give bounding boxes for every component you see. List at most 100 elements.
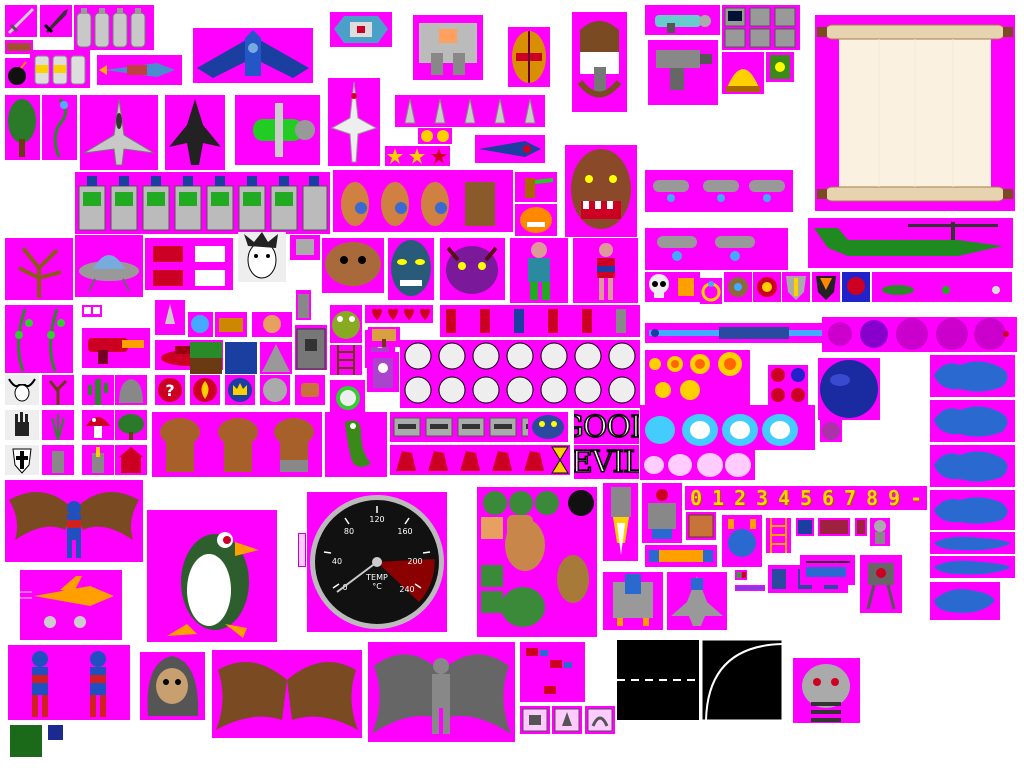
question-icon: ?	[155, 375, 185, 405]
good-label: GOOD	[574, 410, 639, 444]
blue-demon-head-icon	[528, 412, 568, 442]
gauge-tick-200: 200	[407, 557, 422, 566]
mini-fighters-icon	[395, 95, 545, 127]
spacecraft-small-icon	[155, 300, 185, 335]
digit-0: 0	[685, 486, 707, 510]
digit-3: 3	[751, 486, 773, 510]
ship-icon-box-3	[585, 706, 615, 734]
temperature-gauge-icon: 0 40 80 120 160 200 240 TEMP °C	[307, 492, 447, 632]
sword-icon	[5, 5, 37, 37]
blob-head-icon	[322, 238, 384, 293]
skull-orb-icon	[330, 380, 365, 412]
rat-creature-icon	[333, 170, 513, 232]
pointing-man-icon	[515, 172, 557, 202]
barbarian-icon	[510, 238, 568, 303]
terrain-water-icon	[225, 342, 257, 374]
ship-icon-box-2	[552, 706, 582, 734]
brick-icon	[818, 518, 850, 536]
blue-jet-icon	[475, 135, 545, 163]
rocket-icon	[97, 55, 182, 85]
ladder-small-icon	[766, 518, 791, 553]
alien-face-icon	[388, 238, 434, 300]
gauge-tick-80: 80	[344, 527, 354, 536]
blue-blob-icon	[930, 355, 1015, 397]
cactus-icon	[82, 375, 114, 405]
bat-wings-icon	[212, 650, 362, 738]
castle-wall-icon	[296, 290, 311, 320]
gas-tank-icon	[74, 5, 154, 50]
road-curve-icon	[702, 640, 782, 720]
mech-body-icon	[413, 15, 483, 80]
helicopter-icon	[808, 218, 1013, 268]
ring-icon	[700, 278, 722, 304]
square-block-icon	[796, 518, 814, 536]
weed-icon	[42, 410, 74, 440]
seahorse-icon	[325, 412, 387, 477]
bare-tree-icon	[5, 238, 73, 300]
sun-amulet-icon	[753, 272, 781, 302]
digit-8: 8	[861, 486, 883, 510]
gold-jet-icon	[20, 570, 122, 640]
gauge-unit-label: TEMP	[365, 573, 388, 582]
eye-amulet-icon	[724, 272, 752, 302]
gauge-tick-120: 120	[369, 515, 384, 524]
crate-icon	[686, 512, 716, 540]
hover-pods-icon	[645, 170, 793, 212]
gauge-tick-40: 40	[332, 557, 342, 566]
purple-demon-icon	[440, 238, 505, 300]
medal-icon	[418, 128, 452, 144]
cloud-icon	[640, 405, 815, 450]
green-ship-icon	[235, 95, 320, 165]
robot-mini-icon	[290, 235, 320, 260]
dark-fighter-icon	[165, 95, 225, 170]
parchment-scroll-icon	[815, 15, 1015, 211]
digit-9: 9	[883, 486, 905, 510]
mushroom-icon	[82, 410, 114, 440]
amulet-icon	[672, 272, 700, 302]
purple-orb-icon	[820, 420, 842, 442]
vine-icon	[42, 95, 77, 160]
hooded-skull-icon	[140, 652, 205, 720]
lifepod-icon	[508, 27, 550, 87]
mini-items-icon	[82, 305, 102, 317]
ship-icon-box-1	[520, 706, 550, 734]
ladder-icon	[330, 345, 362, 375]
digit-2: 2	[729, 486, 751, 510]
demon-face-icon	[565, 145, 637, 237]
twin-ship-icon	[603, 572, 663, 630]
mask-icon	[188, 312, 213, 337]
red-dragons-icon	[390, 445, 565, 475]
gauge-tick-240: 240	[399, 585, 414, 594]
twin-heroes-icon	[8, 645, 130, 720]
heli-small-icon	[800, 555, 855, 585]
gauge-tick-160: 160	[397, 527, 412, 536]
robot-lineup-icon	[75, 172, 330, 234]
mini-robot-icon	[870, 518, 890, 546]
biplane-icon	[193, 28, 313, 83]
engine-module-icon	[642, 483, 682, 543]
frog-monster-icon	[330, 305, 362, 343]
small-tank-icon	[5, 40, 33, 54]
slider-bar-icon	[298, 533, 306, 567]
dagger-icon	[40, 5, 72, 37]
shield-icon	[782, 272, 810, 302]
bush-icon	[115, 410, 147, 440]
vine-plant-icon	[5, 305, 73, 373]
digit-4: 4	[773, 486, 795, 510]
hover-turret-icon	[645, 228, 788, 270]
green-square-icon	[10, 725, 42, 757]
evil-label: EVIL	[574, 445, 639, 479]
bat-winged-hero-icon	[5, 480, 143, 562]
ufo-icon	[75, 235, 143, 297]
digit-5: 5	[795, 486, 817, 510]
treasure-icon	[215, 312, 247, 337]
green-head-icon	[477, 487, 597, 637]
hand-icon	[5, 410, 39, 440]
demon-shield-icon	[812, 272, 840, 302]
rocket-engine-icon	[603, 483, 638, 561]
blue-blob-7-icon	[930, 582, 1000, 620]
tiny-marker-icon	[735, 570, 747, 580]
svg-text:?: ?	[165, 381, 174, 400]
computer-panel-icon	[722, 5, 800, 50]
gun-turret-icon	[648, 40, 718, 105]
